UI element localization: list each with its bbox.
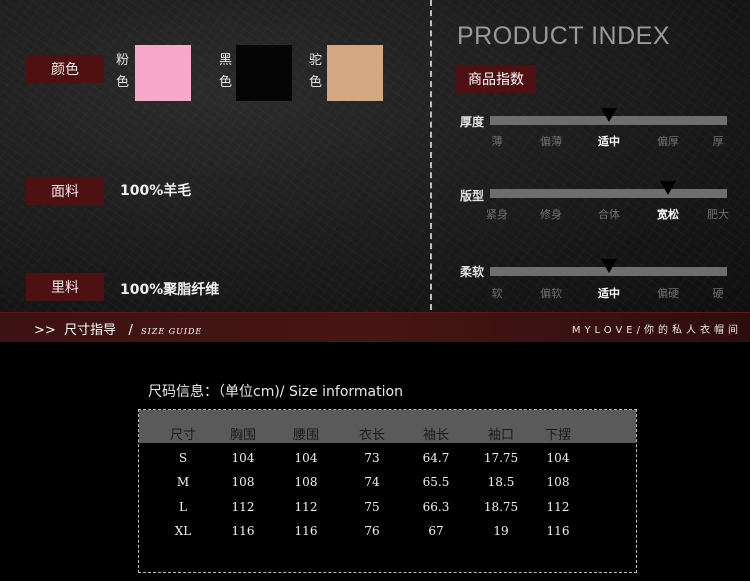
size-guide-title: 尺寸指导 xyxy=(64,323,117,338)
size-table-header-cell: 胸围 xyxy=(229,428,257,443)
vertical-divider xyxy=(430,0,432,310)
size-table-cell: 75 xyxy=(364,500,380,514)
size-guide-subtitle: SIZE GUIDE xyxy=(141,327,203,336)
scale-thickness-tick: 偏厚 xyxy=(657,135,679,148)
size-table-header-cell: 袖口 xyxy=(487,428,515,443)
scale-softness-tick: 适中 xyxy=(598,287,620,300)
swatch-black-name: 黑 色 xyxy=(219,50,233,94)
scale-thickness-tick: 薄 xyxy=(491,135,503,148)
scale-thickness-tick: 适中 xyxy=(598,135,620,148)
size-guide-band: >> 尺寸指导 / SIZE GUIDE MYLOVE/你的私人衣帽间 xyxy=(0,312,750,342)
size-table-cell: 18.5 xyxy=(487,475,515,489)
swatch-pink-name: 粉 色 xyxy=(116,50,130,94)
size-table-cell: 108 xyxy=(546,475,570,489)
size-table-cell: 112 xyxy=(231,500,255,514)
scale-softness-marker xyxy=(601,259,617,273)
scale-softness-tick: 硬 xyxy=(712,287,724,300)
scale-softness-tick: 偏软 xyxy=(540,287,562,300)
scale-fit-label: 版型 xyxy=(460,189,485,203)
size-table-cell: 104 xyxy=(546,451,570,465)
swatch-black-name-top: 黑 xyxy=(219,53,233,68)
scale-fit-tick: 宽松 xyxy=(657,208,679,221)
scale-thickness-marker xyxy=(601,108,617,122)
fabric-value: 100%羊毛 xyxy=(120,183,192,199)
scale-thickness-label: 厚度 xyxy=(460,115,485,129)
size-table-cell: 18.75 xyxy=(483,500,519,514)
size-table-cell: 108 xyxy=(294,475,318,489)
scale-fit-marker xyxy=(660,181,676,195)
size-table-cell: 112 xyxy=(294,500,318,514)
size-table-cell: 67 xyxy=(428,524,444,538)
brand-tagline: MYLOVE/你的私人衣帽间 xyxy=(571,325,742,336)
product-index-title: PRODUCT INDEX xyxy=(457,22,671,50)
swatch-black[interactable] xyxy=(236,45,292,101)
size-table-header-cell: 袖长 xyxy=(422,428,450,443)
swatch-pink-name-top: 粉 xyxy=(116,53,130,68)
scale-softness-label: 柔软 xyxy=(460,265,485,279)
swatch-camel-name-bottom: 色 xyxy=(309,75,323,90)
scale-fit-tick: 合体 xyxy=(598,208,620,221)
fabric-label: 面料 xyxy=(26,177,104,205)
size-table-cell: 19 xyxy=(493,524,509,538)
size-table-cell: 108 xyxy=(231,475,255,489)
product-detail-page: 颜色 粉 色 黑 色 驼 色 面料 100%羊毛 里料 100%聚脂纤维 PRO… xyxy=(0,0,750,581)
size-table-cell: L xyxy=(179,500,187,514)
lining-label: 里料 xyxy=(26,273,104,301)
size-table-cell: 116 xyxy=(546,524,570,538)
size-guide-heading: >> 尺寸指导 / SIZE GUIDE xyxy=(34,319,202,338)
scale-fit-tick: 紧身 xyxy=(486,208,508,221)
size-table-cell: 104 xyxy=(231,451,255,465)
swatch-camel-name: 驼 色 xyxy=(309,50,323,94)
lining-value: 100%聚脂纤维 xyxy=(120,282,220,298)
size-table-cell: XL xyxy=(174,524,192,538)
size-table-cell: 116 xyxy=(294,524,318,538)
chevron-right-icon: >> xyxy=(34,323,56,338)
size-table-header-cell: 衣长 xyxy=(358,428,386,443)
size-table-header-cell: 腰围 xyxy=(292,428,320,443)
scale-thickness-tick: 偏薄 xyxy=(540,135,562,148)
swatch-camel[interactable] xyxy=(327,45,383,101)
size-caption: 尺码信息：（单位cm)/ Size information xyxy=(148,384,403,400)
size-table-cell: 64.7 xyxy=(422,451,450,465)
size-table-cell: S xyxy=(178,451,188,465)
swatch-camel-name-top: 驼 xyxy=(309,53,323,68)
size-table-cell: 17.75 xyxy=(483,451,519,465)
size-table-cell: 112 xyxy=(546,500,570,514)
scale-fit-tick: 肥大 xyxy=(707,208,729,221)
size-table-cell: 116 xyxy=(231,524,255,538)
size-table-cell: 66.3 xyxy=(422,500,450,514)
scale-fit-tick: 修身 xyxy=(540,208,562,221)
size-table-header-cell: 下摆 xyxy=(544,428,572,443)
color-label: 颜色 xyxy=(26,55,104,83)
swatch-pink[interactable] xyxy=(135,45,191,101)
swatch-black-name-bottom: 色 xyxy=(219,75,233,90)
size-table-cell: 74 xyxy=(364,475,380,489)
scale-fit-bar xyxy=(490,189,727,198)
scale-thickness-tick: 厚 xyxy=(712,135,724,148)
scale-softness-tick: 偏硬 xyxy=(657,287,679,300)
size-table-cell: 73 xyxy=(364,451,380,465)
size-table-header-cell: 尺寸 xyxy=(169,428,197,443)
size-table-cell: 76 xyxy=(364,524,380,538)
size-table-cell: 65.5 xyxy=(422,475,450,489)
product-index-badge: 商品指数 xyxy=(456,65,536,93)
swatch-pink-name-bottom: 色 xyxy=(116,75,130,90)
size-table-cell: M xyxy=(176,475,190,489)
size-table-cell: 104 xyxy=(294,451,318,465)
scale-softness-tick: 软 xyxy=(491,287,503,300)
size-guide-slash: / xyxy=(128,323,133,338)
